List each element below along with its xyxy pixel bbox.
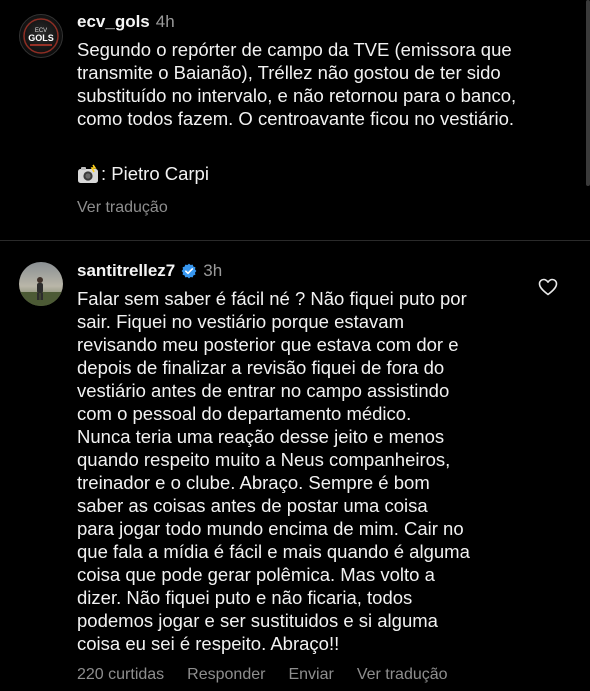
send-button[interactable]: Enviar bbox=[288, 666, 333, 684]
santitrellez-avatar[interactable] bbox=[19, 262, 63, 306]
svg-text:GOLS: GOLS bbox=[28, 33, 54, 43]
comment-actions: 220 curtidas Responder Enviar Ver traduç… bbox=[77, 666, 471, 684]
post-translate-link[interactable]: Ver tradução bbox=[77, 199, 168, 217]
comment-time: 3h bbox=[203, 261, 223, 280]
comment-username[interactable]: santitrellez7 bbox=[77, 261, 175, 281]
post-text: Segundo o repórter de campo da TVE (emis… bbox=[77, 39, 517, 129]
post-header: ecv_gols 4h bbox=[77, 12, 175, 32]
heart-outline-icon[interactable] bbox=[538, 278, 558, 296]
likes-count[interactable]: 220 curtidas bbox=[77, 666, 164, 684]
photo-credit: : Pietro Carpi bbox=[77, 162, 209, 185]
original-post: ECV GOLS ecv_gols 4h Segundo o repórter … bbox=[0, 0, 590, 241]
reply-button[interactable]: Responder bbox=[187, 666, 265, 684]
camera-flash-icon bbox=[78, 164, 98, 183]
photo-credit-text: : Pietro Carpi bbox=[101, 163, 209, 184]
ecv-gols-avatar[interactable]: ECV GOLS bbox=[19, 14, 63, 58]
ecv-gols-logo: ECV GOLS bbox=[23, 18, 59, 54]
comment-text: Falar sem saber é fácil né ? Não fiquei … bbox=[77, 288, 470, 654]
verified-badge-icon bbox=[181, 263, 197, 279]
post-time: 4h bbox=[155, 12, 175, 31]
comment-translate-link[interactable]: Ver tradução bbox=[357, 666, 448, 684]
scrollbar[interactable] bbox=[586, 0, 590, 186]
profile-photo bbox=[19, 262, 63, 306]
comment-header: santitrellez7 3h bbox=[77, 261, 222, 281]
post-username[interactable]: ecv_gols bbox=[77, 12, 150, 32]
